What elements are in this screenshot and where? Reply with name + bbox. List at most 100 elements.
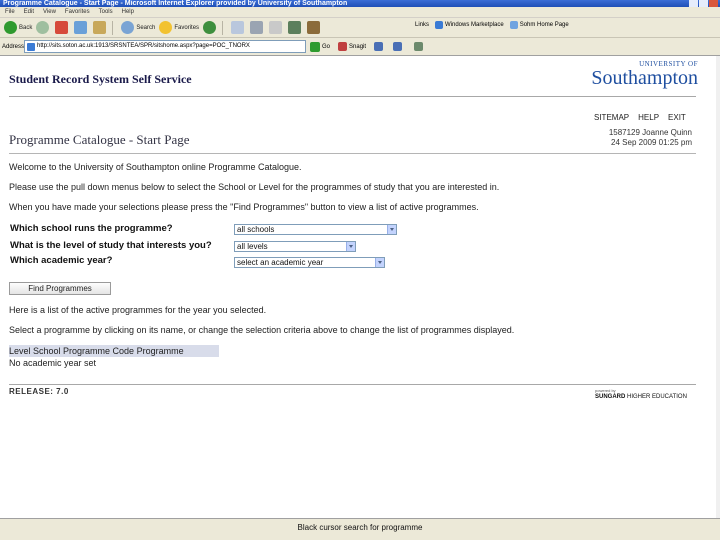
- page-title: Programme Catalogue - Start Page: [9, 132, 190, 147]
- level-select[interactable]: all levels: [234, 241, 356, 252]
- year-select-value: select an academic year: [237, 258, 324, 267]
- help-link[interactable]: HELP: [638, 113, 659, 122]
- print-button[interactable]: [250, 21, 265, 34]
- status-text: Black cursor search for programme: [297, 523, 423, 532]
- messenger-icon: [307, 21, 321, 34]
- school-select-value: all schools: [237, 225, 275, 234]
- mail-icon: [231, 21, 245, 34]
- back-arrow-icon: [4, 21, 17, 34]
- system-title: Student Record System Self Service: [9, 72, 192, 86]
- title-divider: [9, 153, 696, 154]
- user-datetime: 24 Sep 2009 01:25 pm: [611, 138, 692, 147]
- sungard-logo: powered by SUNGARD HIGHER EDUCATION: [595, 387, 687, 401]
- edit-icon: [269, 21, 283, 34]
- list-help-text: Select a programme by clicking on its na…: [9, 325, 515, 335]
- stop-button[interactable]: [55, 21, 70, 34]
- exit-link[interactable]: EXIT: [668, 113, 686, 122]
- windows-icon: [435, 21, 444, 29]
- table-header: Level School Programme Code Programme: [9, 345, 219, 357]
- home-icon: [93, 21, 107, 34]
- address-tools: Snagit: [338, 42, 425, 51]
- forward-button[interactable]: [36, 21, 51, 34]
- forward-arrow-icon: [36, 21, 50, 34]
- go-label: Go: [322, 43, 331, 50]
- vertical-scrollbar[interactable]: [716, 56, 720, 518]
- logo-southampton: Southampton: [591, 67, 698, 89]
- star-icon: [159, 21, 173, 34]
- chevron-down-icon[interactable]: [346, 242, 355, 251]
- link-home-page[interactable]: Sohm Home Page: [520, 22, 569, 28]
- page-content: Student Record System Self Service UNIVE…: [0, 56, 716, 518]
- top-links: SITEMAP HELP EXIT: [594, 113, 686, 122]
- menu-bar: File Edit View Favorites Tools Help: [0, 7, 720, 18]
- minimize-button[interactable]: [689, 0, 698, 7]
- history-icon: [203, 21, 217, 34]
- search-label: Search: [136, 24, 156, 31]
- menu-tools[interactable]: Tools: [99, 9, 113, 15]
- school-select[interactable]: all schools: [234, 224, 397, 235]
- page-favicon-icon: [27, 43, 35, 51]
- snagit-icon: [338, 42, 348, 51]
- user-name: 1587129 Joanne Quinn: [608, 128, 692, 137]
- menu-edit[interactable]: Edit: [24, 9, 34, 15]
- toolbar-separator: [222, 20, 224, 35]
- close-button[interactable]: [709, 0, 718, 7]
- year-select[interactable]: select an academic year: [234, 257, 385, 268]
- page-icon: [509, 21, 518, 29]
- browser-toolbar: Back Search Favorites Links Windows Mark…: [0, 18, 720, 38]
- status-bar: Black cursor search for programme: [0, 518, 720, 540]
- window-title-bar: Programme Catalogue - Start Page - Micro…: [0, 0, 720, 7]
- chevron-down-icon[interactable]: [375, 258, 384, 267]
- school-question: Which school runs the programme?: [10, 223, 173, 234]
- sungard-higher-education: HIGHER EDUCATION: [627, 394, 687, 400]
- snagit-button[interactable]: Snagit: [349, 44, 366, 50]
- link-windows-marketplace[interactable]: Windows Marketplace: [445, 22, 504, 28]
- home-button[interactable]: [93, 21, 108, 34]
- list-intro-text: Here is a list of the active programmes …: [9, 305, 267, 315]
- capture-window-icon[interactable]: [393, 42, 403, 51]
- favorites-button[interactable]: Favorites: [159, 21, 199, 34]
- menu-view[interactable]: View: [43, 9, 56, 15]
- window-controls: [689, 0, 718, 7]
- powered-by-label: powered by: [595, 388, 616, 393]
- capture-icon[interactable]: [374, 42, 384, 51]
- university-logo: UNIVERSITY OF Southampton: [574, 60, 698, 88]
- level-question: What is the level of study that interest…: [10, 240, 212, 251]
- mail-button[interactable]: [231, 21, 246, 34]
- tools-icon[interactable]: [414, 42, 424, 51]
- menu-file[interactable]: File: [5, 9, 15, 15]
- stop-icon: [55, 21, 69, 34]
- refresh-button[interactable]: [74, 21, 89, 34]
- chevron-down-icon[interactable]: [387, 225, 396, 234]
- address-url: http://sits.soton.ac.uk:1913/SRSNTEA/SPR…: [37, 43, 250, 49]
- history-button[interactable]: [203, 21, 218, 34]
- address-bar: Address http://sits.soton.ac.uk:1913/SRS…: [0, 38, 720, 56]
- search-button[interactable]: Search: [121, 21, 155, 34]
- links-bar: Links Windows Marketplace Sohm Home Page: [415, 21, 569, 29]
- print-icon: [250, 21, 264, 34]
- maximize-button[interactable]: [699, 0, 708, 7]
- year-question: Which academic year?: [10, 255, 113, 266]
- discuss-button[interactable]: [288, 21, 303, 34]
- go-button[interactable]: Go: [310, 41, 331, 52]
- menu-favorites[interactable]: Favorites: [65, 9, 90, 15]
- go-arrow-icon: [310, 41, 320, 52]
- edit-button[interactable]: [269, 21, 284, 34]
- sungard-brand: SUNGARD: [595, 394, 626, 400]
- menu-help[interactable]: Help: [122, 9, 134, 15]
- messenger-button[interactable]: [307, 21, 322, 34]
- footer-divider: [9, 384, 696, 385]
- favorites-label: Favorites: [174, 24, 200, 31]
- back-label: Back: [19, 24, 33, 31]
- release-label: RELEASE: 7.0: [9, 387, 69, 396]
- address-label: Address: [2, 43, 25, 50]
- sitemap-link[interactable]: SITEMAP: [594, 113, 629, 122]
- back-button[interactable]: Back: [4, 21, 32, 34]
- user-info: 1587129 Joanne Quinn 24 Sep 2009 01:25 p…: [540, 128, 692, 148]
- find-programmes-button[interactable]: Find Programmes: [9, 282, 111, 295]
- instruction-text: Please use the pull down menus below to …: [9, 182, 500, 192]
- level-select-value: all levels: [237, 242, 268, 251]
- address-input[interactable]: http://sits.soton.ac.uk:1913/SRSNTEA/SPR…: [24, 40, 306, 53]
- welcome-text: Welcome to the University of Southampton…: [9, 162, 302, 172]
- header-divider: [9, 96, 696, 97]
